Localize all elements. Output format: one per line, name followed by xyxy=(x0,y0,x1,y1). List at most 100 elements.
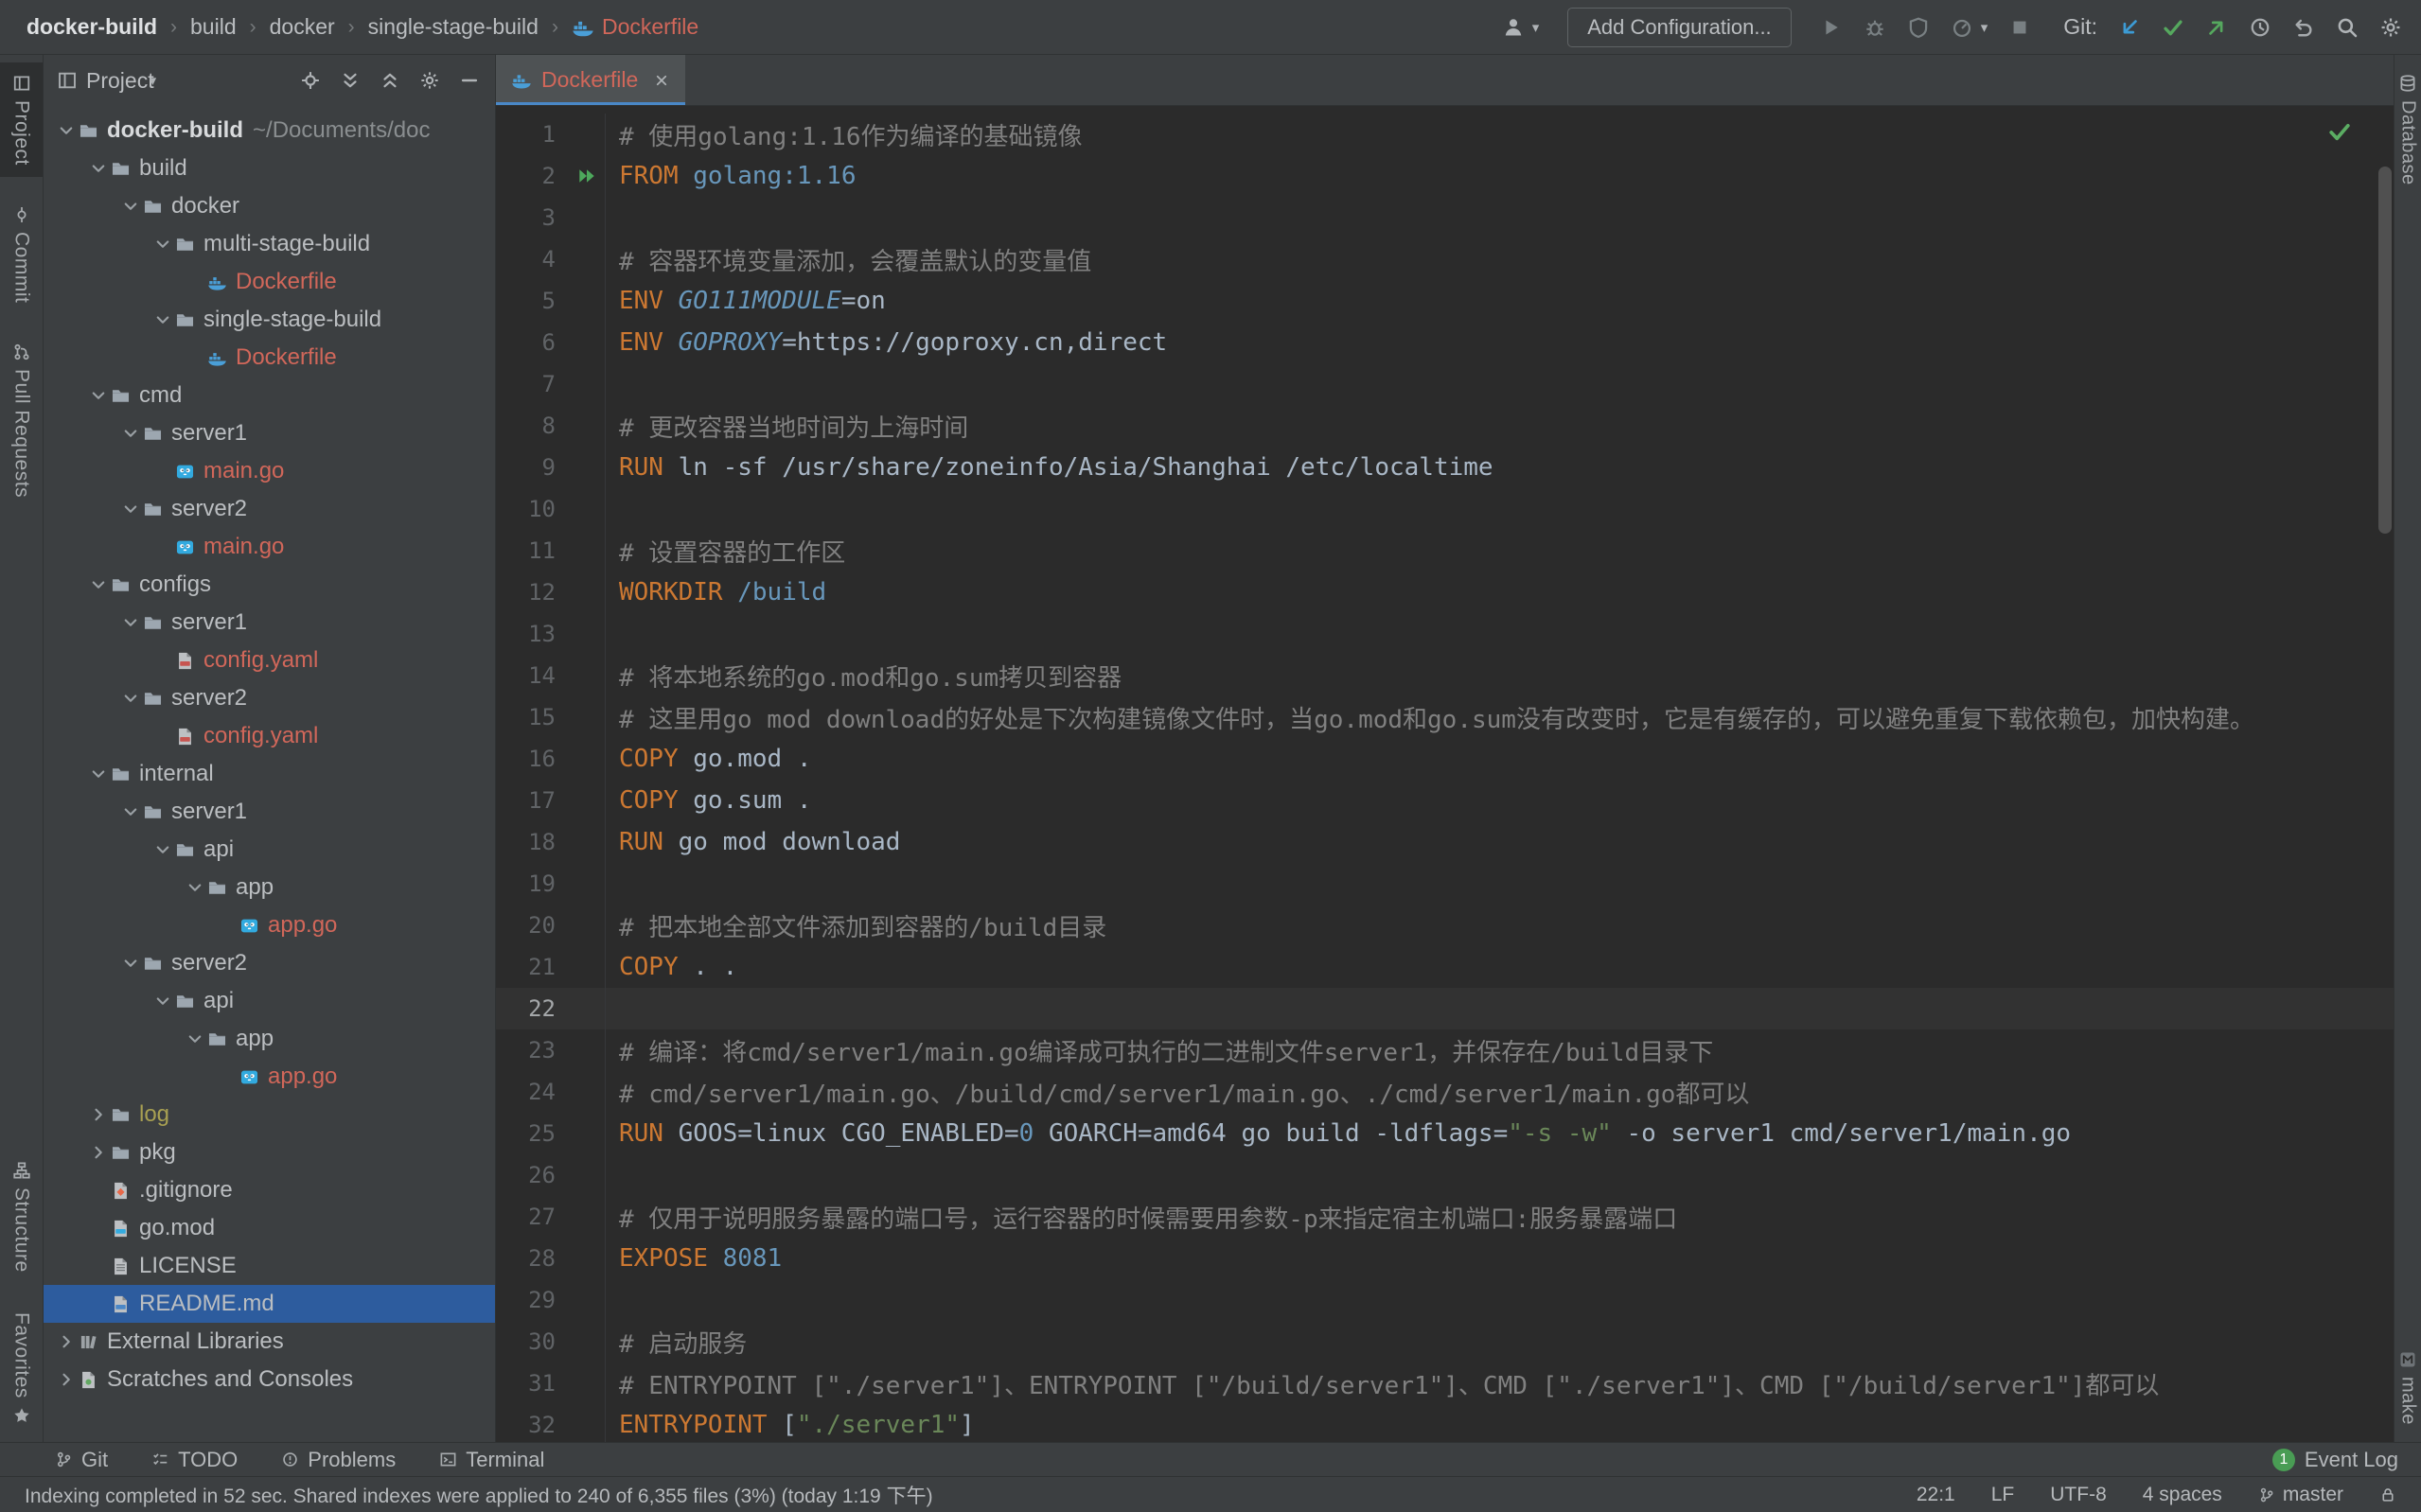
code-line-14[interactable]: 14# 将本地系统的go.mod和go.sum拷贝到容器 xyxy=(496,655,2394,696)
close-tab-icon[interactable] xyxy=(653,72,670,89)
tool-window-button-structure[interactable]: Structure xyxy=(0,1150,43,1284)
tree-item-server2[interactable]: server2 xyxy=(44,944,495,982)
code-line-19[interactable]: 19 xyxy=(496,863,2394,905)
code-line-8[interactable]: 8# 更改容器当地时间为上海时间 xyxy=(496,405,2394,447)
breadcrumb-item-docker[interactable]: docker xyxy=(270,14,335,40)
tool-window-button-database[interactable]: Database xyxy=(2394,62,2421,197)
tree-item-scratches-and-consoles[interactable]: Scratches and Consoles xyxy=(44,1361,495,1398)
bottom-bar-item-terminal[interactable]: Terminal xyxy=(439,1448,544,1472)
tree-item-internal[interactable]: internal xyxy=(44,755,495,793)
breadcrumb-item-docker-build[interactable]: docker-build xyxy=(27,14,157,40)
code-line-31[interactable]: 31# ENTRYPOINT ["./server1"]、ENTRYPOINT … xyxy=(496,1363,2394,1404)
editor[interactable]: 1# 使用golang:1.16作为编译的基础镜像2FROM golang:1.… xyxy=(496,106,2394,1442)
tree-item-build[interactable]: build xyxy=(44,149,495,187)
tree-item-main-go[interactable]: main.go xyxy=(44,452,495,490)
bottom-bar-item-problems[interactable]: Problems xyxy=(281,1448,396,1472)
chevron-down-icon[interactable] xyxy=(89,575,108,594)
user-icon[interactable] xyxy=(1502,16,1525,39)
code-line-2[interactable]: 2FROM golang:1.16 xyxy=(496,155,2394,197)
profiler-icon[interactable] xyxy=(1951,16,1973,39)
panel-settings-icon[interactable] xyxy=(419,70,440,91)
select-opened-file-icon[interactable] xyxy=(300,70,321,91)
code-line-27[interactable]: 27# 仅用于说明服务暴露的端口号，运行容器的时候需要用参数-p来指定宿主机端口… xyxy=(496,1196,2394,1238)
tree-item-readme-md[interactable]: README.md xyxy=(44,1285,495,1323)
chevron-right-icon[interactable] xyxy=(57,1370,76,1389)
code-line-7[interactable]: 7 xyxy=(496,363,2394,405)
code-line-4[interactable]: 4# 容器环境变量添加，会覆盖默认的变量值 xyxy=(496,238,2394,280)
tree-item-config-yaml[interactable]: config.yaml xyxy=(44,642,495,679)
chevron-down-icon[interactable] xyxy=(121,424,140,443)
inspections-ok-icon[interactable] xyxy=(2327,119,2352,144)
tree-item-main-go[interactable]: main.go xyxy=(44,528,495,566)
chevron-down-icon[interactable] xyxy=(153,310,172,329)
tree-item-docker-build[interactable]: docker-build~/Documents/doc xyxy=(44,112,495,149)
git-branch-widget[interactable]: master xyxy=(2258,1484,2343,1506)
chevron-down-icon[interactable] xyxy=(121,954,140,973)
tree-item-single-stage-build[interactable]: single-stage-build xyxy=(44,301,495,339)
tab-dockerfile[interactable]: Dockerfile xyxy=(496,55,685,105)
tree-item-go-mod[interactable]: go.mod xyxy=(44,1209,495,1247)
chevron-down-icon[interactable] xyxy=(89,765,108,783)
code-line-26[interactable]: 26 xyxy=(496,1154,2394,1196)
tree-item-pkg[interactable]: pkg xyxy=(44,1134,495,1171)
code-line-21[interactable]: 21COPY . . xyxy=(496,946,2394,988)
chevron-right-icon[interactable] xyxy=(89,1143,108,1162)
chevron-down-icon[interactable] xyxy=(186,878,204,897)
code-line-17[interactable]: 17COPY go.sum . xyxy=(496,780,2394,821)
tree-item-server1[interactable]: server1 xyxy=(44,604,495,642)
tree-item-dockerfile[interactable]: Dockerfile xyxy=(44,263,495,301)
chevron-down-icon[interactable] xyxy=(121,689,140,708)
tree-item-app[interactable]: app xyxy=(44,869,495,906)
code-line-12[interactable]: 12WORKDIR /build xyxy=(496,571,2394,613)
run-icon[interactable] xyxy=(1820,16,1843,39)
file-encoding[interactable]: UTF-8 xyxy=(2050,1484,2107,1506)
chevron-down-icon[interactable] xyxy=(153,840,172,859)
git-rollback-icon[interactable] xyxy=(2292,16,2315,39)
code-line-30[interactable]: 30# 启动服务 xyxy=(496,1321,2394,1363)
code-line-22[interactable]: 22 xyxy=(496,988,2394,1029)
chevron-right-icon[interactable] xyxy=(57,1332,76,1351)
code-line-24[interactable]: 24# cmd/server1/main.go、/build/cmd/serve… xyxy=(496,1071,2394,1113)
code-line-23[interactable]: 23# 编译：将cmd/server1/main.go编译成可执行的二进制文件s… xyxy=(496,1029,2394,1071)
git-push-icon[interactable] xyxy=(2205,16,2228,39)
tree-item-config-yaml[interactable]: config.yaml xyxy=(44,717,495,755)
tree-item-app-go[interactable]: app.go xyxy=(44,1058,495,1096)
code-line-1[interactable]: 1# 使用golang:1.16作为编译的基础镜像 xyxy=(496,114,2394,155)
coverage-icon[interactable] xyxy=(1907,16,1930,39)
expand-all-icon[interactable] xyxy=(340,70,361,91)
code-line-18[interactable]: 18RUN go mod download xyxy=(496,821,2394,863)
stop-icon[interactable] xyxy=(2008,16,2031,39)
code-line-25[interactable]: 25RUN GOOS=linux CGO_ENABLED=0 GOARCH=am… xyxy=(496,1113,2394,1154)
tool-window-button-pull-requests[interactable]: Pull Requests xyxy=(0,331,43,509)
git-history-icon[interactable] xyxy=(2249,16,2271,39)
tree-item-server2[interactable]: server2 xyxy=(44,679,495,717)
tree-item-server2[interactable]: server2 xyxy=(44,490,495,528)
code-line-15[interactable]: 15# 这里用go mod download的好处是下次构建镜像文件时，当go.… xyxy=(496,696,2394,738)
settings-icon[interactable] xyxy=(2379,16,2402,39)
tree-item-api[interactable]: api xyxy=(44,831,495,869)
code-line-3[interactable]: 3 xyxy=(496,197,2394,238)
code-line-13[interactable]: 13 xyxy=(496,613,2394,655)
cursor-position[interactable]: 22:1 xyxy=(1917,1484,1955,1506)
tree-item-docker[interactable]: docker xyxy=(44,187,495,225)
code-line-11[interactable]: 11# 设置容器的工作区 xyxy=(496,530,2394,571)
code-line-6[interactable]: 6ENV GOPROXY=https://goproxy.cn,direct xyxy=(496,322,2394,363)
chevron-down-icon[interactable] xyxy=(153,235,172,254)
tree-item-app-go[interactable]: app.go xyxy=(44,906,495,944)
git-update-icon[interactable] xyxy=(2118,16,2141,39)
tool-window-button-make[interactable]: make xyxy=(2394,1339,2421,1436)
event-log-widget[interactable]: 1 Event Log xyxy=(2272,1448,2398,1472)
line-separator[interactable]: LF xyxy=(1991,1484,2015,1506)
tree-item-dockerfile[interactable]: Dockerfile xyxy=(44,339,495,377)
search-icon[interactable] xyxy=(2336,16,2359,39)
tree-item-server1[interactable]: server1 xyxy=(44,414,495,452)
tool-window-button-project[interactable]: Project xyxy=(0,62,43,177)
code-line-29[interactable]: 29 xyxy=(496,1279,2394,1321)
code-line-20[interactable]: 20# 把本地全部文件添加到容器的/build目录 xyxy=(496,905,2394,946)
breadcrumb-item-build[interactable]: build xyxy=(190,14,237,40)
chevron-down-icon[interactable] xyxy=(121,197,140,216)
run-dockerfile-icon[interactable] xyxy=(576,166,597,186)
code-line-28[interactable]: 28EXPOSE 8081 xyxy=(496,1238,2394,1279)
code-line-9[interactable]: 9RUN ln -sf /usr/share/zoneinfo/Asia/Sha… xyxy=(496,447,2394,488)
debug-icon[interactable] xyxy=(1864,16,1886,39)
